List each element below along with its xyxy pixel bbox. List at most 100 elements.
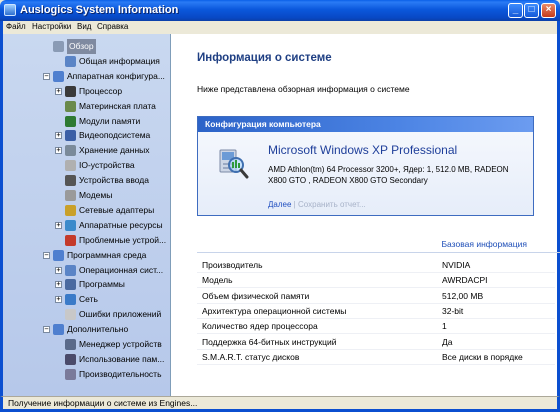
sidebar-item-label: Программная среда bbox=[67, 249, 147, 260]
device-manager-icon bbox=[65, 339, 76, 350]
info-value: Все диски в порядке bbox=[442, 351, 523, 362]
tree-expander[interactable]: + bbox=[55, 296, 62, 304]
sidebar-item-label: Видеоподсистема bbox=[79, 130, 151, 141]
network-adapter-icon bbox=[65, 204, 76, 216]
tree-expander[interactable]: + bbox=[55, 147, 62, 155]
info-row: Поддержка 64-битных инструкций Да bbox=[197, 335, 555, 350]
link-separator: | bbox=[293, 200, 296, 209]
info-row: Архитектура операционной системы 32-bit bbox=[197, 304, 555, 319]
memory-icon bbox=[65, 115, 76, 127]
sidebar-item-label: Материнская плата bbox=[79, 100, 156, 111]
sidebar-item-label: Менеджер устройств bbox=[79, 339, 162, 349]
menu-help[interactable]: Справка bbox=[97, 22, 128, 31]
info-key: Объем физической памяти bbox=[202, 290, 310, 301]
tree-expander[interactable]: + bbox=[55, 281, 62, 289]
app-icon bbox=[4, 4, 16, 16]
save-report-link[interactable]: Сохранить отчет... bbox=[298, 200, 366, 209]
sidebar-item-label: Дополнительно bbox=[67, 324, 129, 335]
programs-icon bbox=[65, 279, 76, 291]
main-panel: Информация о системе Ниже представлена о… bbox=[172, 34, 560, 396]
sidebar-item-label: Использование пам... bbox=[79, 353, 165, 364]
problem-device-icon bbox=[65, 234, 76, 246]
status-bar: Получение информации о системе из Engine… bbox=[0, 396, 560, 412]
sidebar-item-label: Программы bbox=[79, 279, 125, 290]
video-icon bbox=[65, 130, 76, 142]
sidebar-item-label: Модемы bbox=[79, 190, 113, 200]
tree-expander[interactable]: + bbox=[55, 221, 62, 229]
sidebar-item-label: Ошибки приложений bbox=[79, 309, 162, 320]
info-row: Количество ядер процессора 1 bbox=[197, 319, 555, 335]
tree-expander[interactable]: − bbox=[43, 251, 50, 259]
basic-info-link[interactable]: Базовая информация bbox=[441, 239, 527, 249]
tree-expander[interactable]: + bbox=[55, 87, 62, 95]
close-button[interactable]: × bbox=[541, 3, 556, 18]
config-header: Конфигурация компьютера bbox=[198, 117, 533, 132]
info-key: Модель bbox=[202, 275, 233, 286]
info-row: Модель AWRDACPI bbox=[197, 273, 555, 289]
app-errors-icon bbox=[65, 309, 76, 321]
sidebar-item-label: Сеть bbox=[79, 294, 98, 305]
more-link[interactable]: Далее bbox=[268, 200, 291, 209]
page-description: Ниже представлена обзорная информация о … bbox=[197, 84, 410, 94]
motherboard-icon bbox=[65, 100, 76, 112]
sidebar-tree: Обзор Общая информация − Аппаратная конфигу… bbox=[3, 34, 171, 396]
section-divider bbox=[197, 252, 560, 253]
menu-view[interactable]: Вид bbox=[77, 22, 91, 31]
sidebar-item-label: Устройства ввода bbox=[79, 175, 149, 186]
tree-expander[interactable]: − bbox=[43, 72, 50, 80]
hardware-summary: AMD Athlon(tm) 64 Processor 3200+, Ядер:… bbox=[268, 165, 509, 185]
config-links: Далее | Сохранить отчет... bbox=[268, 200, 366, 209]
sidebar-item-label: Общая информация bbox=[79, 55, 160, 66]
tree-expander[interactable]: + bbox=[55, 266, 62, 274]
cpu-icon bbox=[65, 85, 76, 97]
sidebar-item-label: Проблемные устрой... bbox=[79, 234, 167, 245]
resources-icon bbox=[65, 219, 76, 231]
sidebar-item-label: Обзор bbox=[67, 39, 96, 54]
window-title: Auslogics System Information bbox=[20, 4, 179, 16]
sidebar-item-label: Аппаратные ресурсы bbox=[79, 219, 163, 230]
info-row: S.M.A.R.T. статус дисков Все диски в поря… bbox=[197, 350, 555, 365]
info-value: 32-bit bbox=[442, 305, 464, 316]
config-body: Microsoft Windows XP Professional AMD At… bbox=[198, 132, 533, 215]
network-icon bbox=[65, 294, 76, 306]
sidebar-item-label: IO-устройства bbox=[79, 160, 135, 171]
info-value: Да bbox=[442, 336, 453, 347]
info-key: S.M.A.R.T. статус дисков bbox=[202, 351, 300, 362]
info-key: Количество ядер процессора bbox=[202, 321, 318, 332]
os-name: Microsoft Windows XP Professional bbox=[268, 143, 458, 157]
tree-expander[interactable]: + bbox=[55, 132, 62, 140]
info-row: Объем физической памяти 512,00 MB bbox=[197, 289, 555, 304]
menu-file[interactable]: Файл bbox=[6, 22, 26, 31]
software-icon bbox=[53, 249, 64, 261]
memory-usage-icon bbox=[65, 353, 76, 365]
info-key: Производитель bbox=[202, 260, 263, 270]
sidebar-item-label: Операционная сист... bbox=[79, 264, 164, 275]
computer-config-panel: Конфигурация компьютера Microsoft Window… bbox=[197, 116, 534, 216]
sidebar-item-label: Аппаратная конфигура... bbox=[67, 70, 165, 81]
minimize-button[interactable]: _ bbox=[508, 3, 523, 18]
info-value: NVIDIA bbox=[442, 260, 471, 270]
info-icon bbox=[65, 55, 76, 67]
keyboard-icon bbox=[65, 175, 76, 187]
sidebar-item-label: Хранение данных bbox=[79, 145, 150, 156]
menu-settings[interactable]: Настройки bbox=[32, 22, 71, 31]
info-row: Производитель NVIDIA bbox=[197, 258, 555, 273]
magnifier-computer-icon bbox=[219, 149, 249, 179]
performance-icon bbox=[65, 368, 76, 380]
sidebar-item-label: Производительность bbox=[79, 368, 162, 379]
sidebar-item-label: Модули памяти bbox=[79, 115, 141, 126]
os-icon bbox=[65, 264, 76, 276]
overview-icon bbox=[53, 41, 64, 52]
tree-expander[interactable]: − bbox=[43, 326, 50, 334]
sidebar-item-label: Сетевые адаптеры bbox=[79, 204, 155, 215]
sidebar-item-label: Процессор bbox=[79, 85, 123, 96]
info-key: Архитектура операционной системы bbox=[202, 305, 347, 316]
page-title: Информация о системе bbox=[197, 52, 332, 64]
maximize-button[interactable]: □ bbox=[524, 3, 539, 18]
status-text: Получение информации о системе из Engine… bbox=[8, 398, 198, 408]
additional-icon bbox=[53, 324, 64, 336]
info-value: 1 bbox=[442, 321, 447, 332]
hardware-icon bbox=[53, 70, 64, 82]
info-value: 512,00 MB bbox=[442, 290, 484, 301]
modem-icon bbox=[65, 190, 76, 201]
